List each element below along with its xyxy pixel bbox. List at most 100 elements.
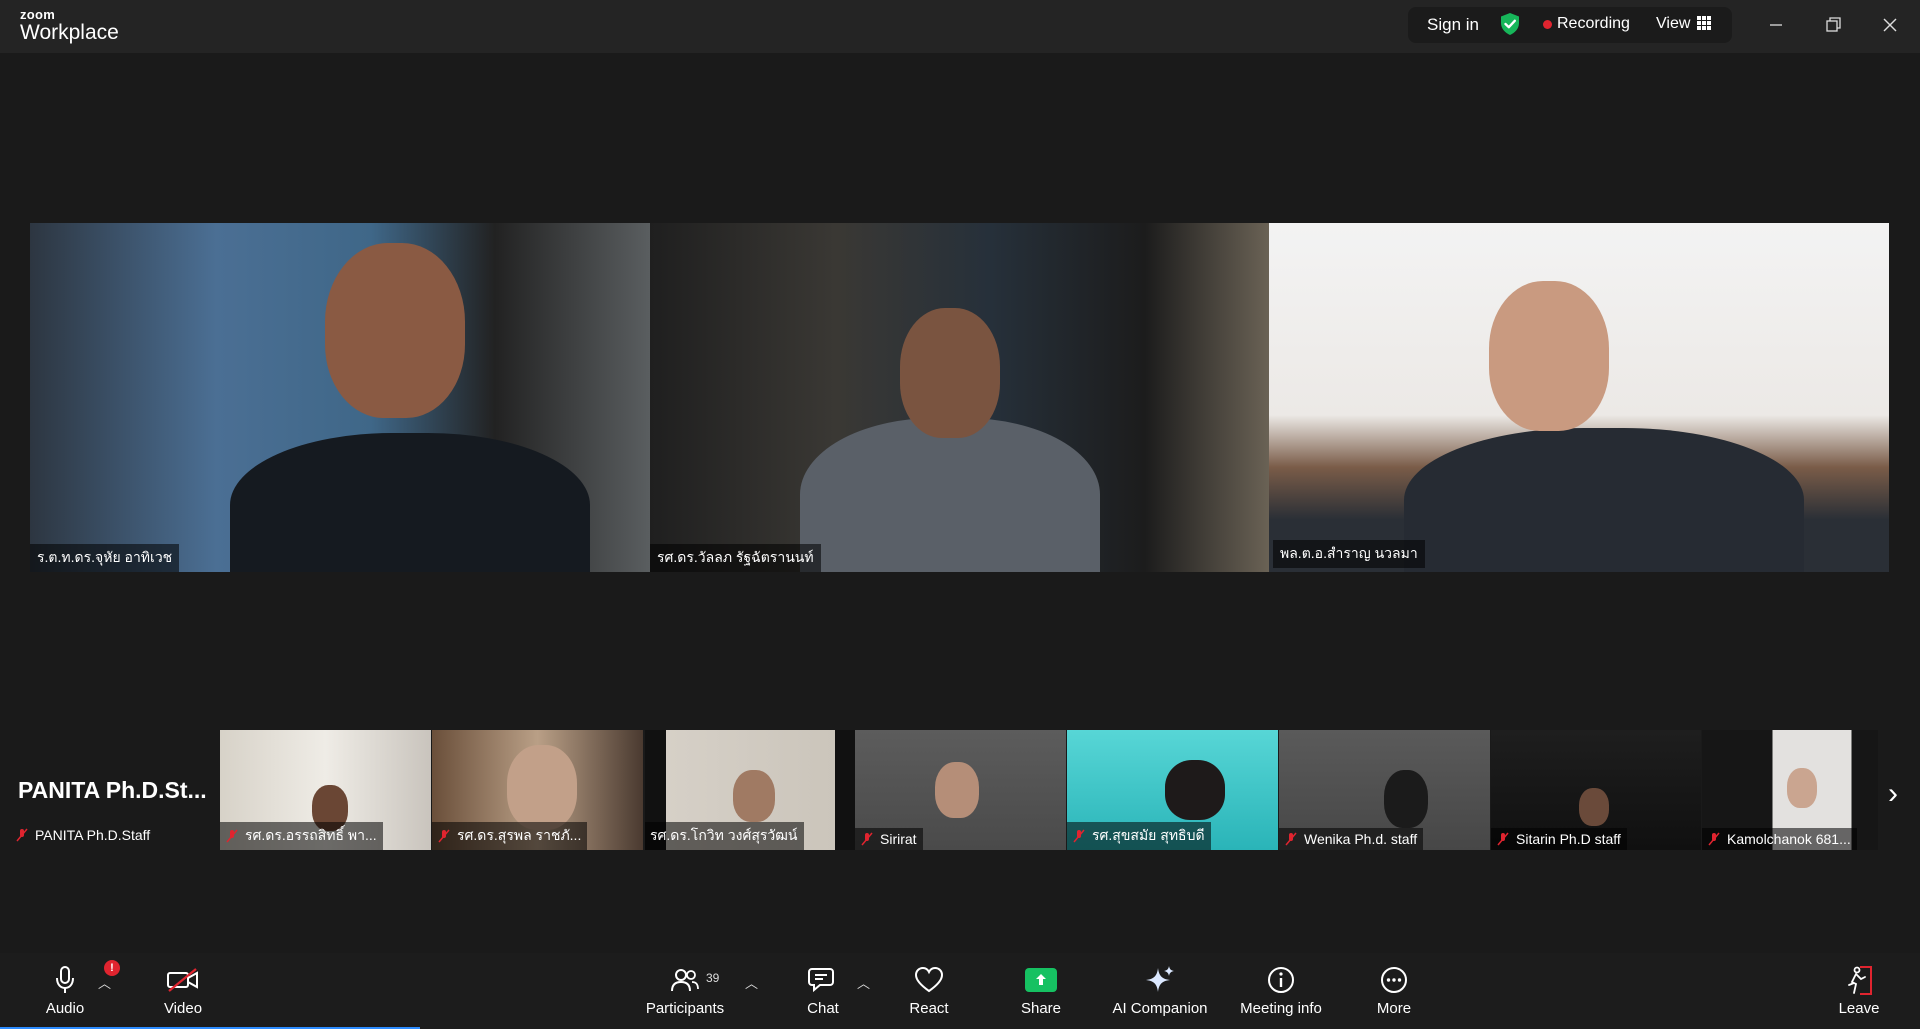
zoom-logo: zoom Workplace [20, 8, 119, 45]
self-name-label: PANITA Ph.D.Staff [10, 824, 156, 846]
person-head [733, 770, 775, 822]
person-head [1579, 788, 1609, 826]
participants-button[interactable]: Participants [640, 953, 730, 1029]
person-head [1787, 768, 1817, 808]
audio-options-caret-icon[interactable]: ︿ [98, 973, 111, 992]
person-head [1384, 770, 1428, 828]
person-silhouette [230, 433, 590, 572]
participant-name: รศ.ดร.อรรถสิทธิ์ พา... [245, 827, 377, 843]
participant-label: รศ.ดร.อรรถสิทธิ์ พา... [220, 822, 383, 850]
ai-companion-button[interactable]: AI Companion [1110, 953, 1210, 1029]
person-silhouette [1404, 428, 1804, 572]
participant-name: รศ.สุขสมัย สุทธิบดี [1092, 827, 1205, 843]
leave-label: Leave [1838, 1000, 1880, 1017]
filmstrip-tile-6[interactable]: Wenika Ph.d. staff [1279, 730, 1490, 850]
recording-label[interactable]: Recording [1557, 15, 1630, 33]
chat-label: Chat [807, 1000, 839, 1017]
participant-label: Sirirat [855, 828, 923, 850]
video-button[interactable]: Video [158, 953, 208, 1029]
share-label: Share [1020, 1000, 1062, 1017]
filmstrip-tile-7[interactable]: Sitarin Ph.D staff [1491, 730, 1701, 850]
self-tile[interactable]: PANITA Ph.D.Staff [0, 730, 218, 850]
logo-small-text: zoom [20, 7, 56, 22]
react-button[interactable]: React [903, 953, 955, 1029]
meeting-info-button[interactable]: Meeting info [1235, 953, 1327, 1029]
mic-off-icon [16, 828, 28, 842]
video-tile-3-active-speaker[interactable]: พล.ต.อ.สำราญ นวลมา [1269, 223, 1889, 572]
chat-button[interactable]: Chat [798, 953, 848, 1029]
participant-name: พล.ต.อ.สำราญ นวลมา [1273, 540, 1425, 568]
participant-label: Sitarin Ph.D staff [1491, 828, 1627, 850]
restore-icon[interactable] [1820, 12, 1846, 38]
sparkle-icon [1144, 963, 1176, 997]
chat-options-caret-icon[interactable]: ︿ [857, 973, 870, 992]
person-head [325, 243, 465, 418]
audio-label: Audio [45, 1000, 85, 1017]
mic-off-icon [1285, 832, 1297, 846]
sign-in-button[interactable]: Sign in [1427, 15, 1479, 35]
participants-count: 39 [706, 971, 720, 985]
recording-dot-icon [1543, 20, 1552, 29]
mic-off-icon [1073, 829, 1085, 843]
more-dots-icon [1379, 963, 1409, 997]
person-silhouette [800, 418, 1100, 572]
participants-icon [670, 963, 700, 997]
filmstrip-tile-3[interactable]: รศ.ดร.โกวิท วงศ์สุรวัฒน์ [645, 730, 856, 850]
participant-name: รศ.ดร.สุรพล ราชภั... [457, 827, 582, 843]
chat-icon [808, 963, 838, 997]
filmstrip-tile-5[interactable]: รศ.สุขสมัย สุทธิบดี [1067, 730, 1278, 850]
participant-name: รศ.ดร.วัลลภ รัฐฉัตรานนท์ [650, 544, 821, 572]
view-button[interactable]: View [1656, 15, 1690, 33]
participant-label: Wenika Ph.d. staff [1279, 828, 1424, 850]
audio-button[interactable]: ! Audio [40, 953, 120, 1029]
mic-off-icon [438, 829, 450, 843]
react-label: React [909, 1000, 949, 1017]
filmstrip-tile-1[interactable]: รศ.ดร.อรรถสิทธิ์ พา... [220, 730, 431, 850]
video-off-icon [166, 963, 200, 997]
filmstrip-tile-8[interactable]: Kamolchanok 681... [1702, 730, 1878, 850]
shield-check-icon[interactable] [1499, 12, 1521, 41]
share-screen-icon [1025, 963, 1057, 997]
heart-icon [914, 963, 944, 997]
participant-name: Kamolchanok 681... [1727, 831, 1851, 847]
filmstrip-tile-4[interactable]: Sirirat [855, 730, 1066, 850]
ai-companion-label: AI Companion [1112, 1000, 1208, 1017]
participants-label: Participants [645, 1000, 725, 1017]
grid-view-icon[interactable] [1697, 16, 1711, 30]
participant-name: ร.ต.ท.ดร.จุหัย อาทิเวช [30, 544, 180, 572]
leave-door-icon [1844, 963, 1874, 997]
video-label: Video [163, 1000, 203, 1017]
more-label: More [1376, 1000, 1412, 1017]
mic-off-icon [861, 832, 873, 846]
participant-label: รศ.ดร.โกวิท วงศ์สุรวัฒน์ [645, 822, 804, 850]
logo-big-text: Workplace [20, 21, 119, 44]
person-head [1489, 281, 1609, 431]
participant-name: PANITA Ph.D.Staff [35, 827, 151, 843]
participant-label: รศ.สุขสมัย สุทธิบดี [1067, 822, 1211, 850]
more-button[interactable]: More [1369, 953, 1419, 1029]
mic-icon [53, 963, 77, 997]
video-tile-1[interactable]: ร.ต.ท.ดร.จุหัย อาทิเวช [30, 223, 650, 572]
chevron-right-icon[interactable]: › [1888, 777, 1898, 811]
participant-name: Wenika Ph.d. staff [1304, 831, 1418, 847]
participant-name: Sitarin Ph.D staff [1516, 831, 1621, 847]
close-icon[interactable] [1877, 12, 1903, 38]
share-button[interactable]: Share [1015, 953, 1067, 1029]
person-head [900, 308, 1000, 438]
filmstrip-tile-2[interactable]: รศ.ดร.สุรพล ราชภั... [432, 730, 643, 850]
participants-options-caret-icon[interactable]: ︿ [745, 973, 758, 992]
person-head [507, 745, 577, 830]
mic-off-icon [1497, 832, 1509, 846]
video-tile-2[interactable]: รศ.ดร.วัลลภ รัฐฉัตรานนท์ [650, 223, 1269, 572]
minimize-icon[interactable] [1763, 12, 1789, 38]
participant-label: Kamolchanok 681... [1702, 828, 1857, 850]
leave-button[interactable]: Leave [1834, 953, 1884, 1029]
person-head [935, 762, 979, 818]
mic-off-icon [226, 829, 238, 843]
title-bar: zoom Workplace Sign in Recording View [0, 0, 1920, 53]
info-icon [1266, 963, 1296, 997]
participant-label: รศ.ดร.สุรพล ราชภั... [432, 822, 588, 850]
participant-name: Sirirat [880, 831, 917, 847]
person-head [1165, 760, 1225, 820]
participant-name: รศ.ดร.โกวิท วงศ์สุรวัฒน์ [650, 827, 798, 843]
